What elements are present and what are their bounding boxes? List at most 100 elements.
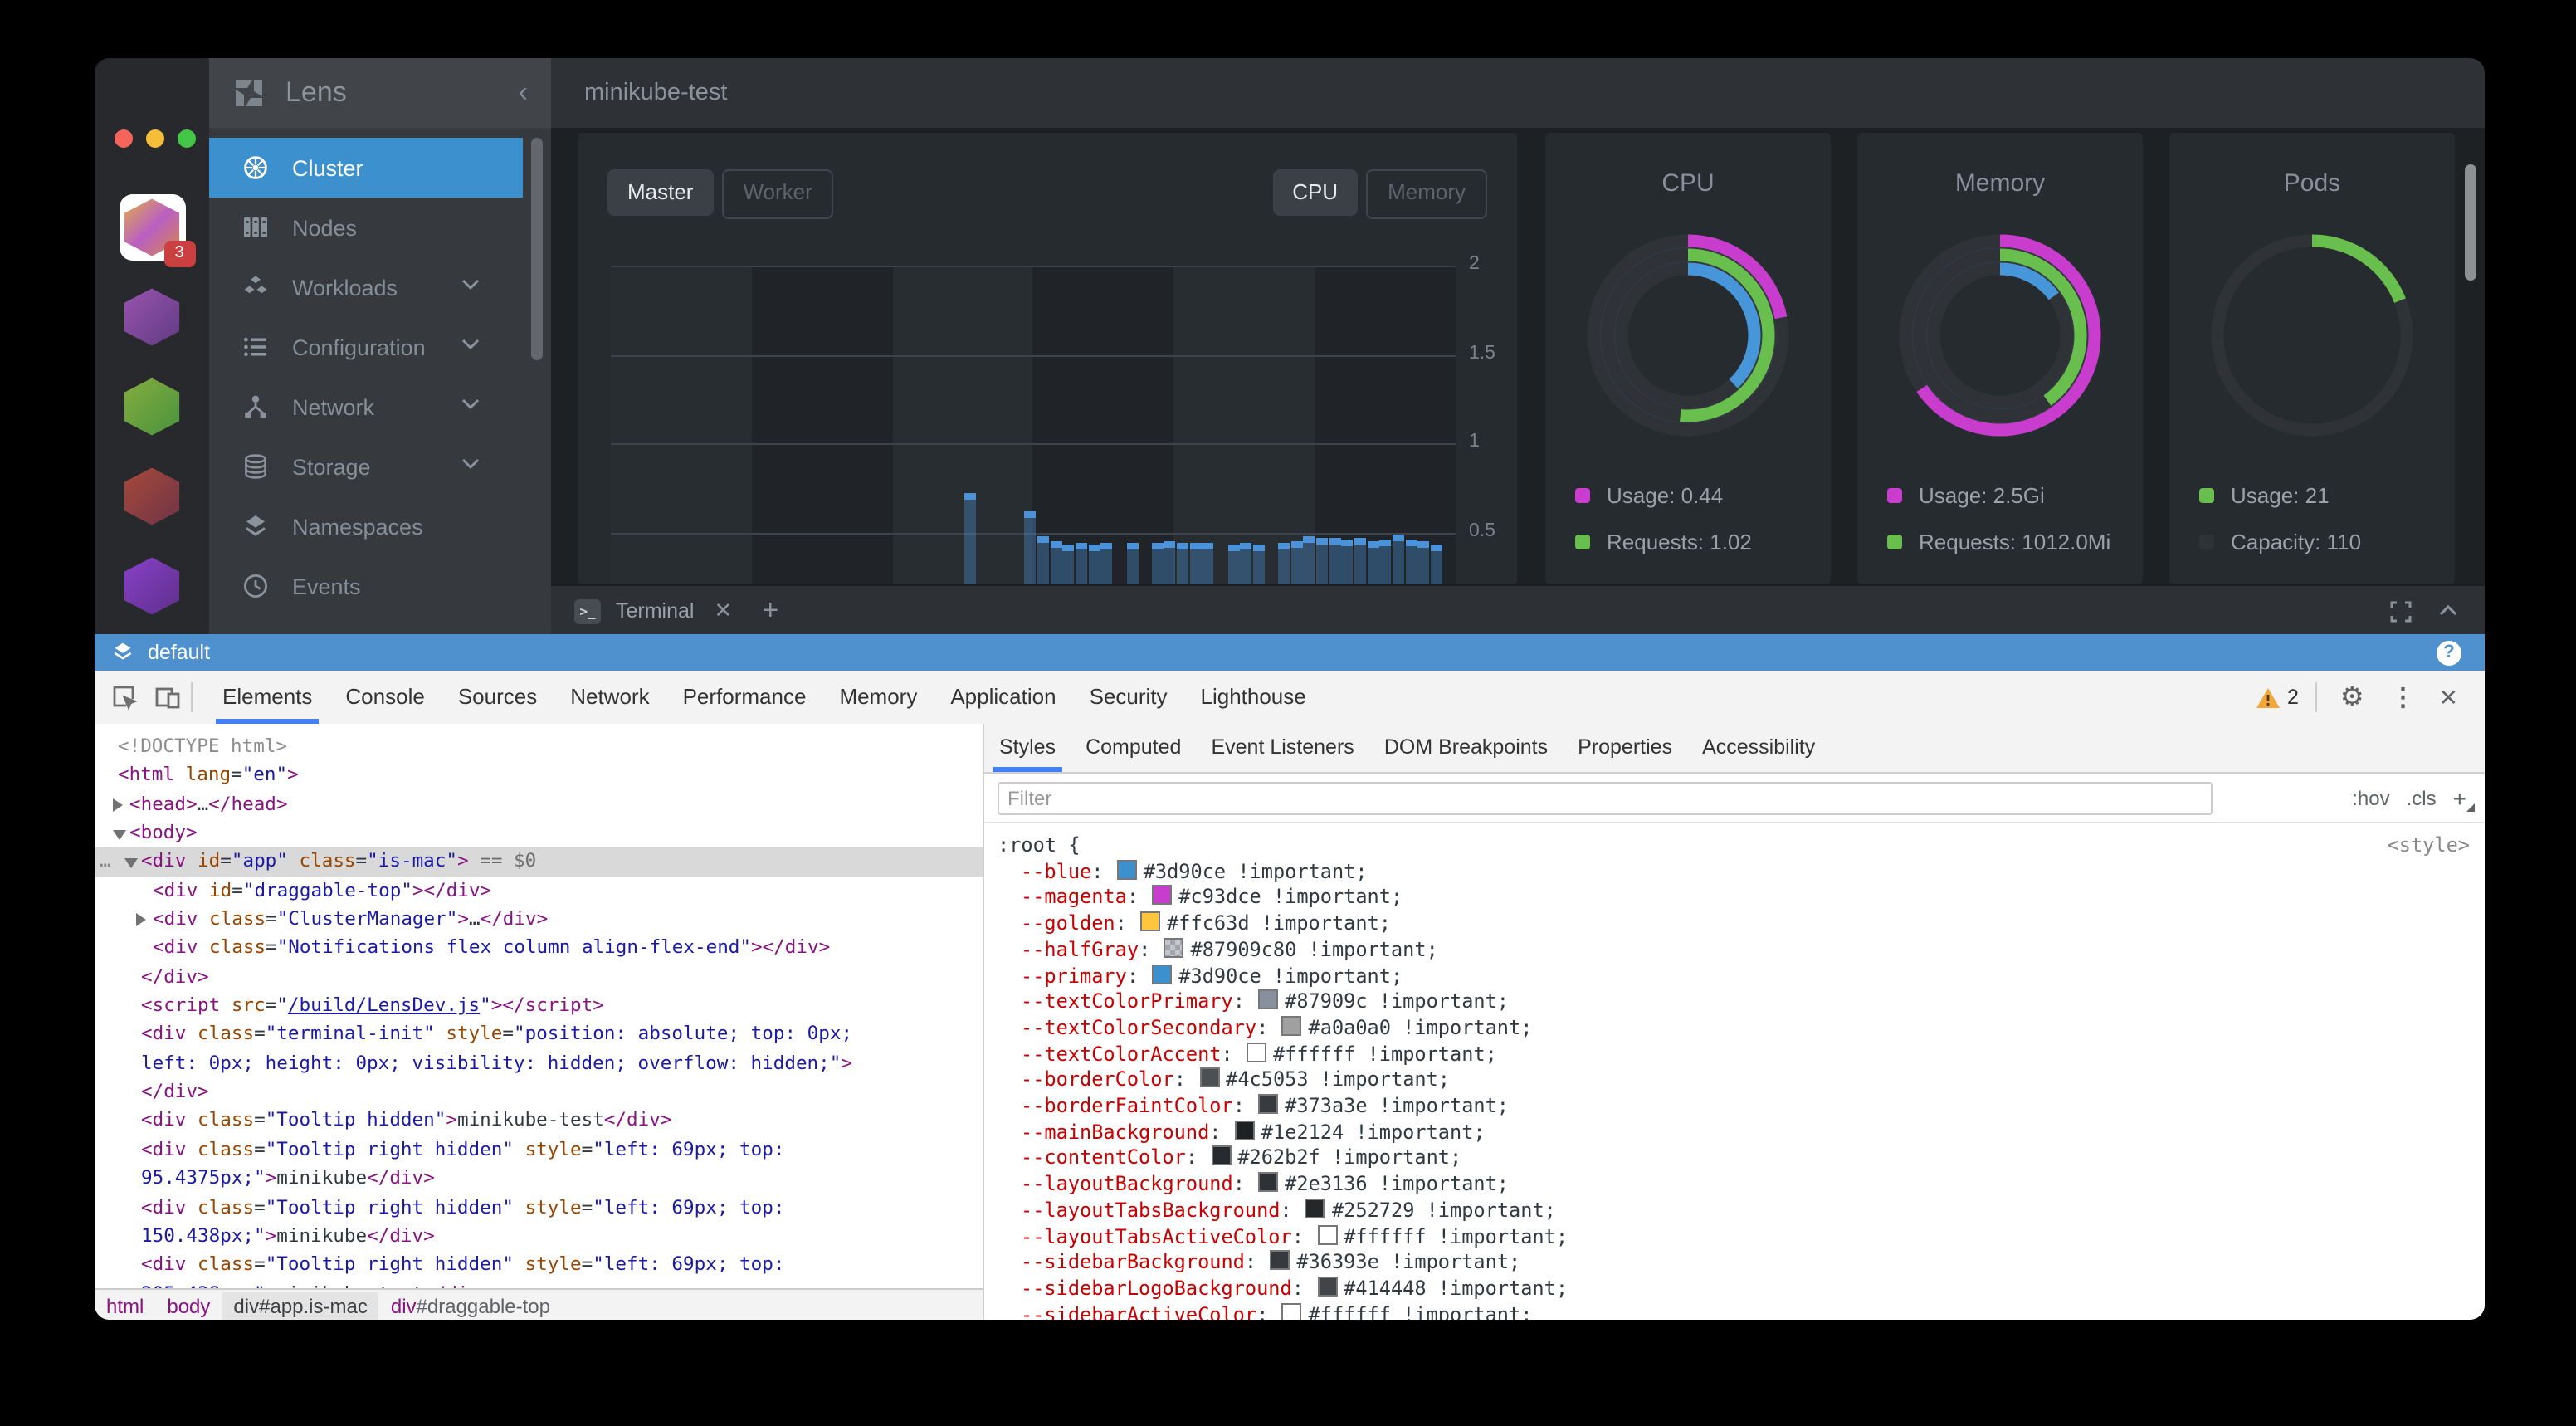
dom-tree-row[interactable]: …<div id="app" class="is-mac"> == $0: [95, 847, 983, 877]
node-tab-master[interactable]: Master: [607, 169, 713, 216]
dom-tree-row[interactable]: </div>: [95, 1077, 983, 1106]
color-swatch[interactable]: [1282, 1302, 1302, 1320]
warning-icon[interactable]: [2256, 686, 2281, 708]
breadcrumb-item[interactable]: body: [155, 1291, 222, 1320]
overview-scrollbar[interactable]: [2465, 164, 2476, 281]
dom-tree-row[interactable]: <div class="Tooltip hidden">minikube-tes…: [95, 1106, 983, 1135]
chart-bar[interactable]: [1431, 545, 1442, 584]
chart-bar[interactable]: [1291, 541, 1303, 584]
chart-bar[interactable]: [1063, 545, 1075, 584]
expand-arrow-icon[interactable]: [136, 913, 146, 926]
chart-bar[interactable]: [1088, 545, 1100, 584]
chart-bar[interactable]: [1405, 540, 1417, 584]
sidebar-item-network[interactable]: Network: [209, 377, 523, 437]
css-variable-row[interactable]: --sidebarActiveColor: #ffffff !important…: [998, 1302, 2485, 1320]
devtools-tab-elements[interactable]: Elements: [206, 671, 329, 724]
chart-bar[interactable]: [1253, 545, 1265, 584]
styles-tab-properties[interactable]: Properties: [1563, 724, 1687, 772]
css-variable-row[interactable]: --primary: #3d90ce !important;: [998, 964, 2485, 989]
css-variable-row[interactable]: --textColorSecondary: #a0a0a0 !important…: [998, 1016, 2485, 1042]
chart-bar[interactable]: [1241, 544, 1252, 584]
css-variable-row[interactable]: --borderColor: #4c5053 !important;: [998, 1068, 2485, 1094]
css-variable-row[interactable]: --contentColor: #262b2f !important;: [998, 1146, 2485, 1172]
devtools-tab-network[interactable]: Network: [554, 671, 666, 724]
devtools-tab-lighthouse[interactable]: Lighthouse: [1184, 671, 1323, 724]
sidebar-item-cluster[interactable]: Cluster: [209, 138, 523, 198]
css-variable-row[interactable]: --blue: #3d90ce !important;: [998, 859, 2485, 885]
color-swatch[interactable]: [1270, 1251, 1290, 1271]
color-swatch[interactable]: [1211, 1146, 1231, 1166]
sidebar-item-configuration[interactable]: Configuration: [209, 317, 523, 377]
toggle-class-button[interactable]: .cls: [2407, 786, 2437, 809]
color-swatch[interactable]: [1152, 964, 1172, 984]
expand-arrow-icon[interactable]: [113, 798, 123, 811]
breadcrumb-item[interactable]: html: [95, 1291, 155, 1320]
devtools-close-icon[interactable]: ✕: [2439, 683, 2458, 711]
dom-tree-row[interactable]: 150.438px;">minikube</div>: [95, 1222, 983, 1251]
chart-bar[interactable]: [1177, 543, 1188, 584]
chart-bar[interactable]: [1316, 538, 1328, 584]
devtools-menu-icon[interactable]: ⋮: [2391, 682, 2416, 712]
cluster-rail-item-4[interactable]: [119, 553, 185, 619]
css-variable-row[interactable]: --halfGray: #87909c80 !important;: [998, 938, 2485, 964]
devtools-tab-security[interactable]: Security: [1073, 671, 1184, 724]
dom-tree-row[interactable]: <div class="Tooltip right hidden" style=…: [95, 1250, 983, 1279]
settings-gear-icon[interactable]: ⚙: [2340, 681, 2364, 714]
styles-tab-event-listeners[interactable]: Event Listeners: [1196, 724, 1368, 772]
color-swatch[interactable]: [1140, 911, 1160, 931]
dom-tree-row[interactable]: <div id="draggable-top"></div>: [95, 876, 983, 905]
sidebar-item-namespaces[interactable]: Namespaces: [209, 496, 523, 556]
sidebar-item-nodes[interactable]: Nodes: [209, 198, 523, 257]
css-variable-row[interactable]: --layoutBackground: #2e3136 !important;: [998, 1172, 2485, 1198]
color-swatch[interactable]: [1247, 1042, 1266, 1062]
devtools-tab-console[interactable]: Console: [329, 671, 441, 724]
cluster-rail-item-2[interactable]: [119, 374, 185, 440]
chart-bar[interactable]: [1101, 544, 1113, 584]
metric-tab-memory[interactable]: Memory: [1366, 169, 1487, 219]
chart-bar[interactable]: [1380, 540, 1392, 584]
sidebar-item-workloads[interactable]: Workloads: [209, 257, 523, 317]
chart-bar[interactable]: [1417, 542, 1429, 584]
dom-tree-row[interactable]: <body>: [95, 818, 983, 847]
dock-collapse-icon[interactable]: [2438, 604, 2458, 618]
styles-tab-styles[interactable]: Styles: [984, 724, 1071, 772]
chart-bar[interactable]: [1304, 536, 1315, 584]
color-swatch[interactable]: [1305, 1199, 1325, 1218]
chart-bar[interactable]: [1393, 534, 1404, 584]
dom-tree-row[interactable]: <div class="Notifications flex column al…: [95, 934, 983, 963]
css-variable-row[interactable]: --textColorPrimary: #87909c !important;: [998, 989, 2485, 1015]
css-variable-row[interactable]: --layoutTabsActiveColor: #ffffff !import…: [998, 1224, 2485, 1250]
chart-bar[interactable]: [1152, 543, 1164, 584]
styles-tab-accessibility[interactable]: Accessibility: [1687, 724, 1830, 772]
chart-bar[interactable]: [1189, 544, 1201, 584]
source-file-link[interactable]: /build/LensDev.js: [288, 994, 480, 1016]
dom-tree-row[interactable]: <head>…</head>: [95, 789, 983, 818]
dom-tree-row[interactable]: 95.4375px;">minikube</div>: [95, 1164, 983, 1193]
css-variable-row[interactable]: --sidebarBackground: #36393e !important;: [998, 1251, 2485, 1277]
chart-bar[interactable]: [1076, 544, 1087, 584]
dom-tree-row[interactable]: <div class="Tooltip right hidden" style=…: [95, 1135, 983, 1165]
css-variable-row[interactable]: --sidebarLogoBackground: #414448 !import…: [998, 1277, 2485, 1302]
namespace-statusbar[interactable]: default ?: [95, 634, 2485, 671]
cluster-rail-item-0[interactable]: 3: [119, 194, 185, 261]
terminal-tab[interactable]: Terminal: [616, 599, 695, 623]
chart-bar[interactable]: [1164, 541, 1176, 584]
css-variable-row[interactable]: --mainBackground: #1e2124 !important;: [998, 1120, 2485, 1145]
dock-fullscreen-icon[interactable]: [2390, 600, 2412, 622]
css-variable-row[interactable]: --borderFaintColor: #373a3e !important;: [998, 1094, 2485, 1120]
sidebar-item-storage[interactable]: Storage: [209, 437, 523, 496]
dom-tree-row[interactable]: <div class="Tooltip right hidden" style=…: [95, 1193, 983, 1222]
sidebar-item-events[interactable]: Events: [209, 556, 523, 616]
color-swatch[interactable]: [1117, 859, 1137, 879]
chart-bar[interactable]: [1126, 544, 1138, 584]
color-swatch[interactable]: [1317, 1224, 1337, 1244]
dom-tree-row[interactable]: <div class="terminal-init" style="positi…: [95, 1020, 983, 1049]
color-swatch[interactable]: [1317, 1277, 1337, 1297]
color-swatch[interactable]: [1235, 1120, 1255, 1140]
css-variable-row[interactable]: --textColorAccent: #ffffff !important;: [998, 1042, 2485, 1067]
devtools-tab-memory[interactable]: Memory: [822, 671, 934, 724]
chart-bar[interactable]: [1342, 540, 1354, 584]
metric-tab-cpu[interactable]: CPU: [1272, 169, 1358, 216]
chart-bar[interactable]: [1050, 542, 1061, 584]
warning-count[interactable]: 2: [2287, 686, 2299, 709]
